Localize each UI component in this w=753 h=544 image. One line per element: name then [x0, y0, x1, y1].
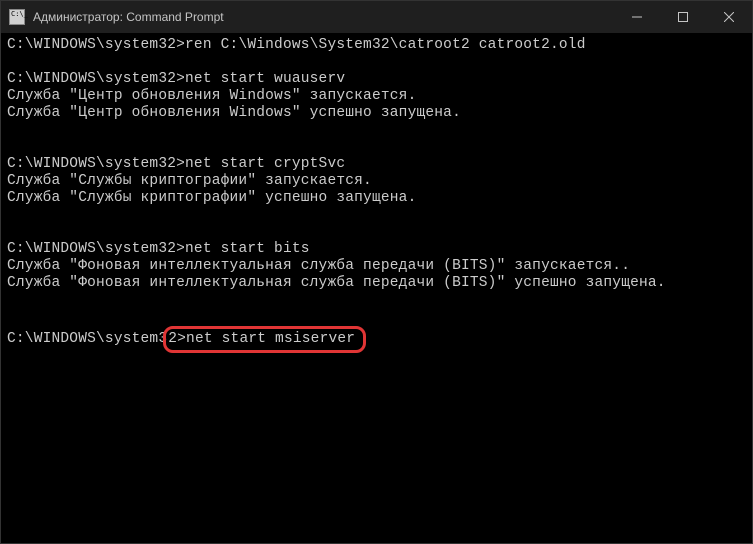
- prompt: C:\WINDOWS\system32>: [7, 71, 185, 87]
- cmd-text: net start bits: [185, 241, 310, 257]
- minimize-button[interactable]: [614, 1, 660, 33]
- prompt: C:\WINDOWS\system32>: [7, 156, 185, 172]
- titlebar[interactable]: Администратор: Command Prompt: [1, 1, 752, 33]
- maximize-button[interactable]: [660, 1, 706, 33]
- prompt-prefix: C:\WINDOWS\system3: [7, 331, 167, 347]
- output-text: Служба "Фоновая интеллектуальная служба …: [7, 258, 630, 274]
- command-prompt-window: Администратор: Command Prompt C:\WINDOWS…: [0, 0, 753, 544]
- maximize-icon: [678, 12, 688, 22]
- window-controls: [614, 1, 752, 33]
- minimize-icon: [632, 12, 642, 22]
- terminal-output[interactable]: C:\WINDOWS\system32>ren C:\Windows\Syste…: [1, 33, 752, 543]
- cmd-text: net start cryptSvc: [185, 156, 345, 172]
- close-button[interactable]: [706, 1, 752, 33]
- window-title: Администратор: Command Prompt: [33, 10, 614, 24]
- prompt: C:\WINDOWS\system32>: [7, 241, 185, 257]
- output-text: Служба "Службы криптографии" запускается…: [7, 173, 372, 189]
- output-text: Служба "Центр обновления Windows" запуск…: [7, 88, 416, 104]
- prompt: C:\WINDOWS\system32>: [7, 37, 185, 53]
- cmd-text: ren C:\Windows\System32\catroot2 catroot…: [185, 37, 586, 53]
- cmd-text: net start msiserver: [186, 331, 355, 347]
- cmd-icon: [9, 9, 25, 25]
- output-text: Служба "Центр обновления Windows" успешн…: [7, 105, 461, 121]
- prompt-suffix: 2>: [168, 331, 186, 347]
- output-text: Служба "Фоновая интеллектуальная служба …: [7, 275, 666, 291]
- output-text: Служба "Службы криптографии" успешно зап…: [7, 190, 416, 206]
- cmd-text: net start wuauserv: [185, 71, 345, 87]
- highlighted-command: 2>net start msiserver: [163, 326, 366, 353]
- close-icon: [724, 12, 734, 22]
